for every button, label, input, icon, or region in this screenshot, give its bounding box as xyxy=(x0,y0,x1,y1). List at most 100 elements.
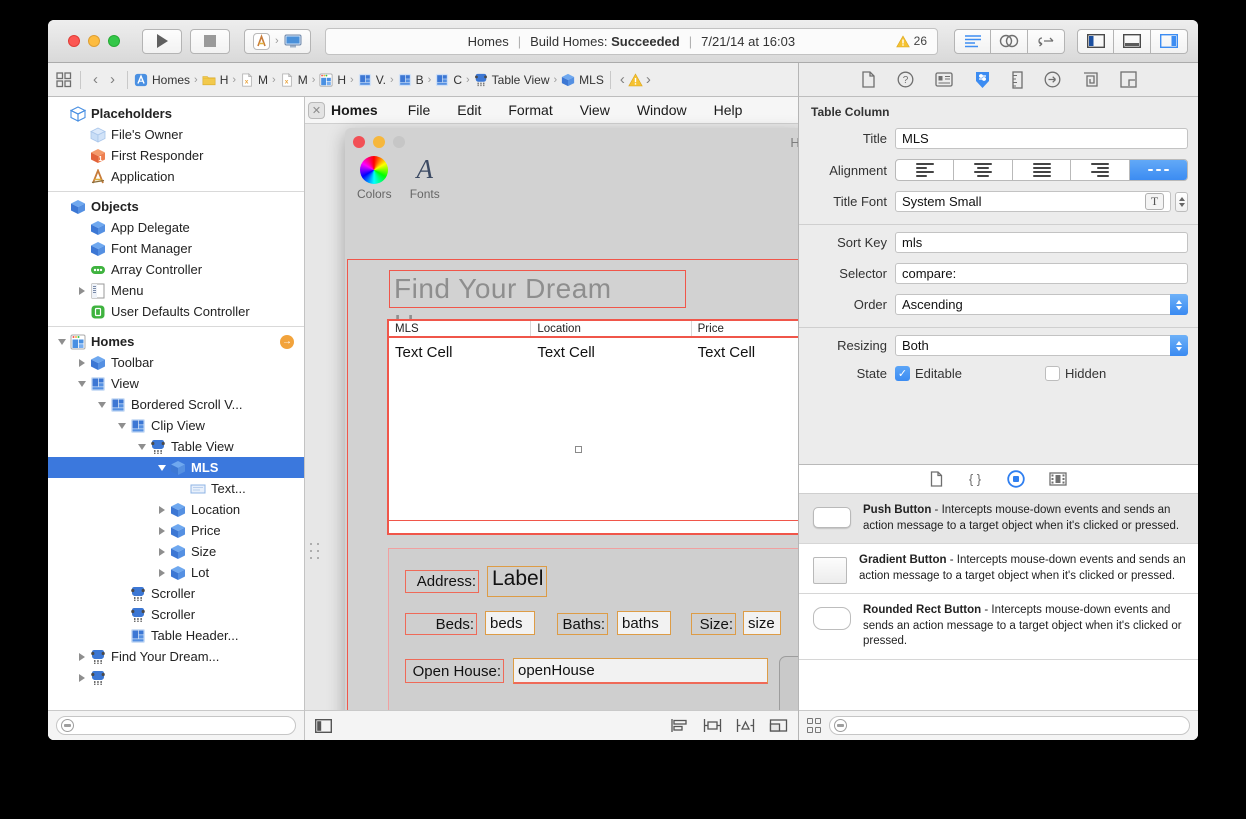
breadcrumb-item[interactable]: H xyxy=(202,73,229,87)
align-left-segment[interactable] xyxy=(896,160,954,180)
tree-item-application[interactable]: Application xyxy=(48,166,304,187)
tree-item-bordered-scroll-v[interactable]: Bordered Scroll V... xyxy=(48,394,304,415)
tree-item-price[interactable]: Price xyxy=(48,520,304,541)
identity-inspector-icon[interactable] xyxy=(935,72,953,87)
disclosure-triangle-icon[interactable] xyxy=(156,506,168,514)
design-menu-homes[interactable]: Homes xyxy=(331,102,378,118)
file-template-library-icon[interactable] xyxy=(930,471,943,487)
align-center-segment[interactable] xyxy=(954,160,1012,180)
library-filter-field[interactable] xyxy=(829,716,1190,735)
tree-item-scroller[interactable]: Scroller xyxy=(48,583,304,604)
baths-label-design[interactable]: Baths: xyxy=(557,613,608,635)
align-right-segment[interactable] xyxy=(1071,160,1129,180)
tree-item-user-defaults-controller[interactable]: User Defaults Controller xyxy=(48,301,304,322)
disclosure-triangle-icon[interactable] xyxy=(156,548,168,556)
issues-badge[interactable]: 26 xyxy=(896,34,927,48)
table-header-design[interactable]: MLSLocationPrice xyxy=(389,321,798,338)
column-resize-handle[interactable] xyxy=(575,446,582,453)
disclosure-triangle-icon[interactable] xyxy=(56,339,68,345)
editable-checkbox[interactable]: ✓ xyxy=(895,366,910,381)
tree-item-placeholders[interactable]: Placeholders xyxy=(48,103,304,124)
address-label-design[interactable]: Address: xyxy=(405,570,479,593)
table-body-design[interactable]: Text CellText CellText Cell xyxy=(389,338,798,520)
homes-window-design[interactable]: Ho Colors A Fonts Find Y xyxy=(345,128,798,710)
assistant-editor-button[interactable] xyxy=(991,29,1028,54)
design-zoom-button[interactable] xyxy=(393,136,405,148)
tree-item-table-header[interactable]: Table Header... xyxy=(48,625,304,646)
tree-item-font-manager[interactable]: Font Manager xyxy=(48,238,304,259)
connections-inspector-icon[interactable] xyxy=(1044,71,1061,88)
scheme-selector[interactable]: › xyxy=(244,29,311,54)
code-snippet-library-icon[interactable]: { } xyxy=(967,471,983,487)
disclosure-triangle-icon[interactable] xyxy=(76,359,88,367)
order-popup[interactable]: Ascending xyxy=(895,294,1188,315)
forward-button[interactable]: › xyxy=(104,71,121,88)
size-label-design[interactable]: Size: xyxy=(691,613,736,635)
size-inspector-icon[interactable] xyxy=(1012,71,1023,89)
ib-canvas[interactable]: ✕ HomesFileEditFormatViewWindowHelp Ho C… xyxy=(305,97,798,710)
attributes-inspector-icon[interactable] xyxy=(974,71,991,89)
tree-item-homes[interactable]: Homes→ xyxy=(48,331,304,352)
tree-item-lot[interactable]: Lot xyxy=(48,562,304,583)
minimize-button[interactable] xyxy=(88,35,100,47)
close-button[interactable] xyxy=(68,35,80,47)
previous-issue-button[interactable]: ‹ xyxy=(617,71,628,88)
resolve-autolayout-button[interactable] xyxy=(736,718,755,733)
related-items-icon[interactable] xyxy=(56,72,72,88)
tree-item-app-delegate[interactable]: App Delegate xyxy=(48,217,304,238)
disclosure-triangle-icon[interactable] xyxy=(116,423,128,429)
address-value-design[interactable]: Label xyxy=(487,566,547,597)
table-column-header-price[interactable]: Price xyxy=(692,321,798,336)
beds-field-design[interactable]: beds xyxy=(485,611,535,635)
open-window-arrow-icon[interactable]: → xyxy=(280,335,294,349)
object-library-icon[interactable] xyxy=(1007,470,1025,488)
breadcrumb-item[interactable]: Table View xyxy=(474,73,550,87)
disclosure-triangle-icon[interactable] xyxy=(156,527,168,535)
standard-editor-button[interactable] xyxy=(954,29,991,54)
design-menu-edit[interactable]: Edit xyxy=(457,102,481,118)
design-close-button[interactable] xyxy=(353,136,365,148)
tree-item-file-s-owner[interactable]: File's Owner xyxy=(48,124,304,145)
table-column-header-mls[interactable]: MLS xyxy=(389,321,531,336)
table-column-header-location[interactable]: Location xyxy=(531,321,691,336)
back-button[interactable]: ‹ xyxy=(87,71,104,88)
tree-item-find-your-dream[interactable]: Find Your Dream... xyxy=(48,646,304,667)
hidden-checkbox[interactable] xyxy=(1045,366,1060,381)
tree-item-text[interactable]: Text... xyxy=(48,478,304,499)
version-editor-button[interactable] xyxy=(1028,29,1065,54)
zoom-button[interactable] xyxy=(108,35,120,47)
breadcrumb-item[interactable]: H xyxy=(319,73,346,87)
design-minimize-button[interactable] xyxy=(373,136,385,148)
heading-label-design[interactable]: Find Your Dream Home xyxy=(389,270,686,308)
file-inspector-icon[interactable] xyxy=(861,71,876,88)
utilities-toggle-button[interactable] xyxy=(1151,29,1188,54)
tree-item-table-view[interactable]: Table View xyxy=(48,436,304,457)
design-menu-view[interactable]: View xyxy=(580,102,610,118)
resizing-popup[interactable]: Both xyxy=(895,335,1188,356)
design-menu-window[interactable]: Window xyxy=(637,102,687,118)
breadcrumb-item[interactable]: C xyxy=(435,73,462,87)
breadcrumb-item[interactable]: Homes xyxy=(134,73,190,87)
breadcrumb-item[interactable]: B xyxy=(398,73,424,87)
disclosure-triangle-icon[interactable] xyxy=(76,381,88,387)
baths-field-design[interactable]: baths xyxy=(617,611,671,635)
tree-item-objects[interactable]: Objects xyxy=(48,196,304,217)
sort-key-field[interactable]: mls xyxy=(895,232,1188,253)
resizing-behavior-button[interactable] xyxy=(769,718,788,733)
table-cell[interactable]: Text Cell xyxy=(389,338,531,520)
tree-item-mls[interactable]: MLS xyxy=(48,457,304,478)
stop-button[interactable] xyxy=(190,29,230,54)
tree-item-size[interactable]: Size xyxy=(48,541,304,562)
open-house-field-design[interactable]: openHouse xyxy=(513,658,768,684)
size-field-design[interactable]: size xyxy=(743,611,781,635)
debug-area-toggle-button[interactable] xyxy=(1114,29,1151,54)
view-effects-inspector-icon[interactable] xyxy=(1120,71,1137,88)
table-cell[interactable]: Text Cell xyxy=(692,338,798,520)
selector-field[interactable]: compare: xyxy=(895,263,1188,284)
font-size-stepper[interactable] xyxy=(1175,192,1188,212)
tree-item-array-controller[interactable]: Array Controller xyxy=(48,259,304,280)
next-issue-button[interactable]: › xyxy=(643,71,654,88)
design-menu-file[interactable]: File xyxy=(408,102,431,118)
colors-toolbar-item[interactable]: Colors xyxy=(357,156,392,201)
menu-close-icon[interactable]: ✕ xyxy=(308,102,325,119)
